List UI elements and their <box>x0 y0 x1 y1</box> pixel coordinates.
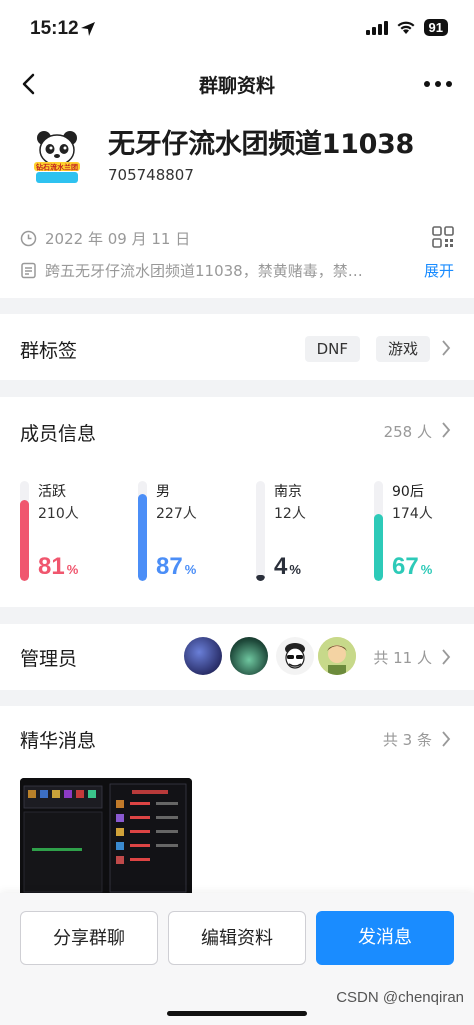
stat-age: 90后 174人 67% <box>374 481 474 581</box>
created-date: 2022 年 09 月 11 日 <box>45 230 191 248</box>
admin-avatar[interactable] <box>318 637 356 675</box>
description-row: 跨五无牙仔流水团频道11038，禁黄赌毒，禁… <box>20 260 410 281</box>
group-header: 钻石流水兰团 无牙仔流水团频道11038 705748807 2022 年 09… <box>0 110 474 298</box>
avatar-illustration <box>318 637 356 675</box>
status-indicators: 91 <box>365 19 448 36</box>
clock-icon <box>20 230 37 247</box>
stat-label: 90后 <box>392 484 424 500</box>
created-date-row: 2022 年 09 月 11 日 <box>20 228 190 249</box>
home-indicator <box>167 1011 307 1016</box>
stat-percent: 87% <box>156 553 197 580</box>
member-total: 258 人 <box>383 423 432 441</box>
more-options-icon[interactable] <box>424 81 452 87</box>
stat-bar-fill <box>20 500 29 581</box>
status-time: 15:12 <box>30 18 79 39</box>
status-bar: 15:12 91 <box>0 0 474 58</box>
stat-male: 男 227人 87% <box>138 481 248 581</box>
stat-count: 210人 <box>38 506 79 522</box>
stat-percent: 81% <box>38 553 79 580</box>
stat-label: 男 <box>156 484 170 500</box>
stat-active: 活跃 210人 81% <box>20 481 130 581</box>
admins-section[interactable]: 管理员 共 11 人 <box>0 624 474 690</box>
chevron-right-icon <box>442 649 451 665</box>
stat-label: 南京 <box>274 484 302 500</box>
stat-bar-track <box>20 481 29 581</box>
stat-bar-track <box>374 481 383 581</box>
chevron-right-icon <box>442 422 451 438</box>
admins-title: 管理员 <box>20 648 78 670</box>
stat-bar-fill <box>256 575 265 581</box>
panda-logo-image: 钻石流水兰团 <box>24 124 90 190</box>
share-group-button[interactable]: 分享群聊 <box>20 911 158 965</box>
stat-bar-fill <box>374 514 383 581</box>
group-tags-section[interactable]: 群标签 DNF 游戏 <box>0 314 474 380</box>
watermark: CSDN @chenqiran <box>336 989 464 1006</box>
stat-bar-track <box>138 481 147 581</box>
group-name: 无牙仔流水团频道11038 <box>108 129 415 160</box>
chevron-right-icon <box>442 340 451 356</box>
stat-label: 活跃 <box>38 484 66 500</box>
member-info-title: 成员信息 <box>20 423 97 445</box>
admin-avatar[interactable] <box>184 637 222 675</box>
wifi-icon <box>397 21 415 34</box>
qr-code-icon[interactable] <box>432 226 454 248</box>
essence-title: 精华消息 <box>20 730 97 752</box>
game-screenshot-image <box>20 778 192 898</box>
stat-count: 12人 <box>274 506 306 522</box>
chevron-right-icon <box>442 731 451 747</box>
stat-count: 174人 <box>392 506 433 522</box>
battery-indicator: 91 <box>423 19 448 36</box>
group-id: 705748807 <box>108 166 194 184</box>
group-description: 跨五无牙仔流水团频道11038，禁黄赌毒，禁… <box>45 262 363 280</box>
tag-chip: DNF <box>304 336 360 362</box>
essence-count: 共 3 条 <box>382 731 432 749</box>
stat-bar-fill <box>138 494 147 581</box>
admin-avatar[interactable] <box>230 637 268 675</box>
admins-count: 共 11 人 <box>373 649 432 667</box>
send-message-button[interactable]: 发消息 <box>316 911 454 965</box>
stat-city: 南京 12人 4% <box>256 481 366 581</box>
edit-profile-button[interactable]: 编辑资料 <box>168 911 306 965</box>
expand-link[interactable]: 展开 <box>424 260 454 281</box>
cellular-signal-icon <box>365 20 388 35</box>
tags-title: 群标签 <box>20 340 78 362</box>
stat-count: 227人 <box>156 506 197 522</box>
nav-bar: 群聊资料 <box>0 58 474 110</box>
essence-screenshot-thumbnail[interactable] <box>20 778 192 898</box>
bottom-action-bar: 分享群聊 编辑资料 发消息 CSDN @chenqiran <box>0 893 474 1025</box>
essence-messages-section[interactable]: 精华消息 共 3 条 <box>0 706 474 906</box>
stat-percent: 4% <box>274 553 301 580</box>
svg-text:钻石流水兰团: 钻石流水兰团 <box>36 163 78 172</box>
document-icon <box>21 262 36 279</box>
page-title: 群聊资料 <box>198 75 275 97</box>
avatar-illustration <box>285 643 305 669</box>
admin-avatar[interactable] <box>276 637 314 675</box>
group-avatar[interactable]: 钻石流水兰团 <box>24 124 90 190</box>
stat-bar-track <box>256 481 265 581</box>
stat-percent: 67% <box>392 553 433 580</box>
tag-chip: 游戏 <box>375 336 430 362</box>
member-info-section[interactable]: 成员信息 258 人 活跃 210人 81% 男 227人 87% 南京 12人… <box>0 397 474 607</box>
location-arrow-icon <box>81 22 95 36</box>
